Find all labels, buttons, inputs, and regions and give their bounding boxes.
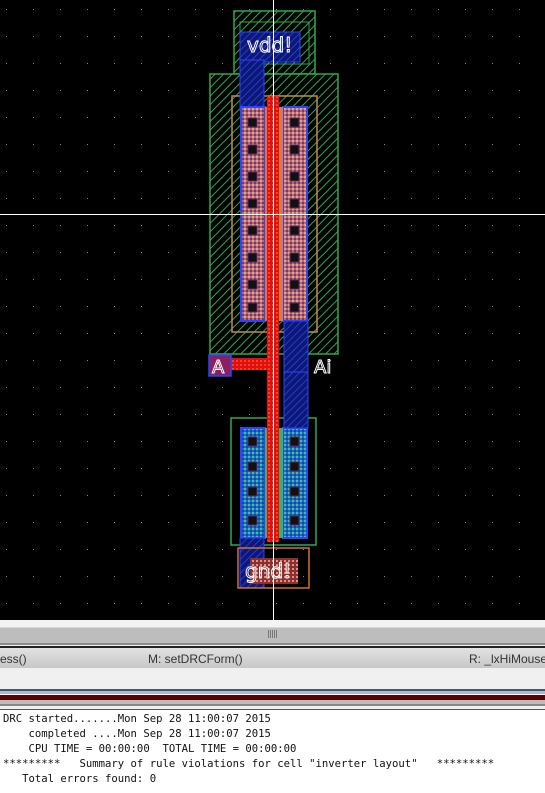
console-line: Total errors found: 0 <box>3 773 157 785</box>
mouse-right-binding: R: _lxHiMouse <box>469 652 545 666</box>
mouse-left-binding: ess() <box>0 652 27 666</box>
prompt-area <box>0 668 545 690</box>
pane-splitter[interactable] <box>0 620 545 645</box>
window-divider <box>0 689 545 707</box>
mouse-middle-binding: M: setDRCForm() <box>148 652 243 666</box>
poly-input-strap <box>230 358 270 370</box>
console-line: DRC started.......Mon Sep 28 11:00:07 20… <box>3 713 271 725</box>
layout-canvas[interactable]: vdd! gnd! A Ai <box>0 0 545 620</box>
console-line: ********* Summary of rule violations for… <box>3 758 495 770</box>
metal1-output <box>283 320 309 429</box>
vdd-label: vdd! <box>247 33 292 57</box>
output-label: Ai <box>314 357 331 378</box>
gnd-label: gnd! <box>245 559 291 583</box>
input-label: A <box>212 357 225 378</box>
mouse-binding-bar: ess() M: setDRCForm() R: _lxHiMouse <box>0 646 545 670</box>
console-line: CPU TIME = 00:00:00 TOTAL TIME = 00:00:0… <box>3 743 297 755</box>
metal1-vdd-rail <box>239 59 265 111</box>
console-line: completed ....Mon Sep 28 11:00:07 2015 <box>3 728 271 740</box>
splitter-grip-icon[interactable] <box>268 630 278 638</box>
layout-drawing[interactable]: vdd! gnd! A Ai <box>0 0 545 620</box>
console-output[interactable]: DRC started.......Mon Sep 28 11:00:07 20… <box>0 709 545 793</box>
